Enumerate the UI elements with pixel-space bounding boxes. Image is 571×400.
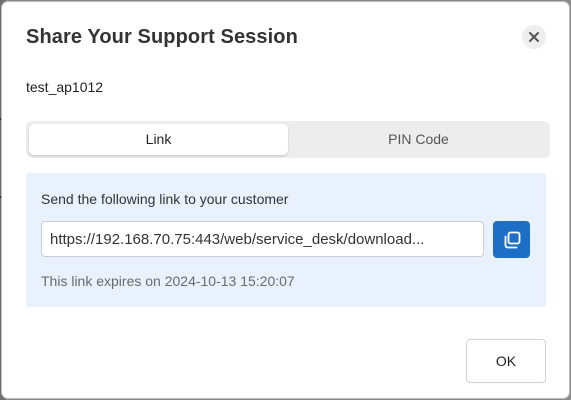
tab-pin-code[interactable]: PIN Code <box>290 124 547 155</box>
close-button[interactable] <box>522 25 546 49</box>
link-instruction: Send the following link to your customer <box>41 191 289 207</box>
tab-link[interactable]: Link <box>29 124 288 155</box>
dialog-title: Share Your Support Session <box>26 26 298 48</box>
copy-link-button[interactable] <box>493 221 530 258</box>
tab-bar: Link PIN Code <box>26 121 550 158</box>
session-link-input[interactable] <box>41 221 484 257</box>
page: Share Your Support Session test_ap1012 L… <box>0 0 571 400</box>
close-icon <box>529 32 539 42</box>
copy-icon <box>504 231 520 248</box>
share-session-dialog: Share Your Support Session test_ap1012 L… <box>2 2 569 398</box>
ok-button[interactable]: OK <box>466 339 546 383</box>
session-name: test_ap1012 <box>26 79 104 95</box>
link-expiry-text: This link expires on 2024-10-13 15:20:07 <box>41 273 295 289</box>
link-panel: Send the following link to your customer… <box>26 173 546 307</box>
